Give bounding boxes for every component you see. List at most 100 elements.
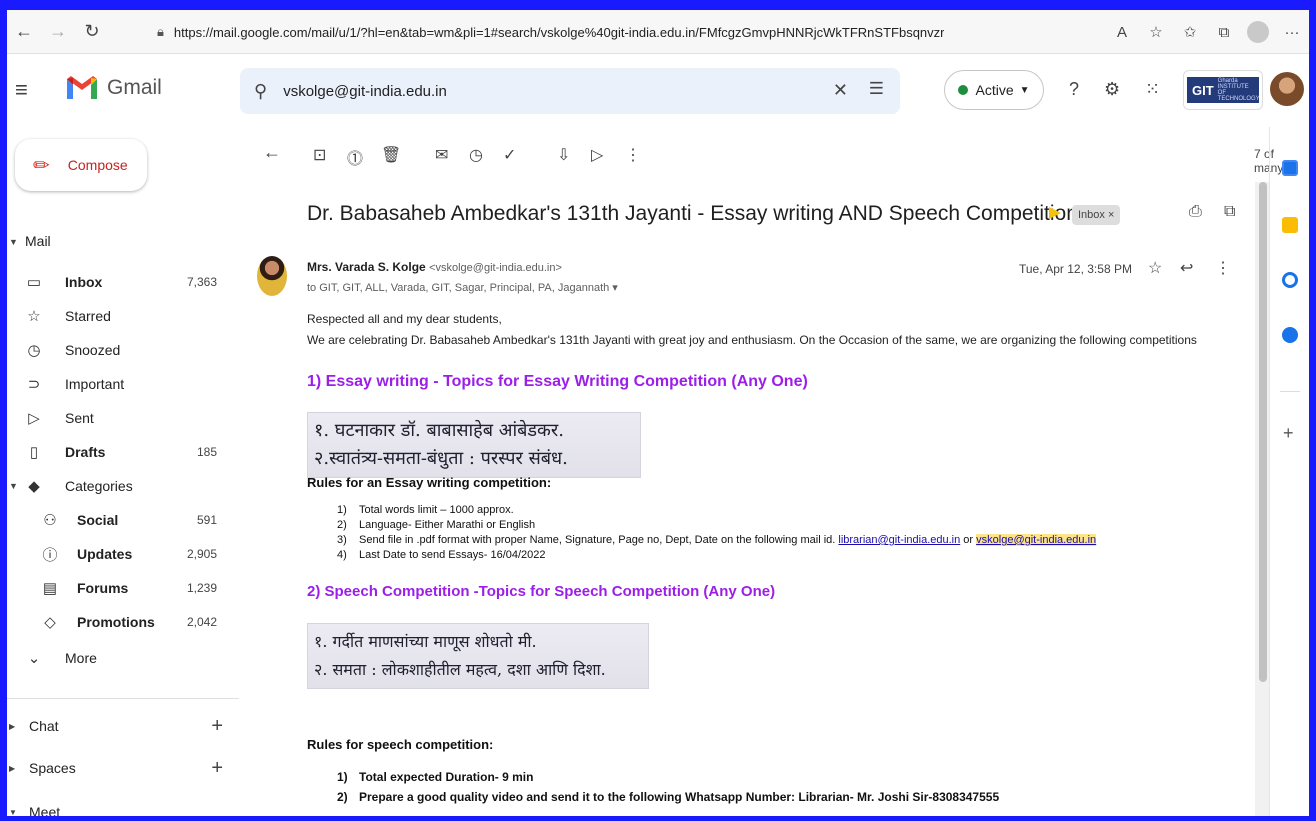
clear-search-icon[interactable]: ✕ — [833, 80, 848, 101]
message-date: Tue, Apr 12, 3:58 PM — [1019, 262, 1132, 276]
account-avatar[interactable] — [1270, 72, 1304, 106]
spaces-expand-icon[interactable]: ▶ — [9, 764, 15, 773]
speech-topic: १. गर्दीत माणसांच्या माणूस शोधतो मी. — [314, 632, 537, 651]
help-icon[interactable]: ? — [1069, 79, 1079, 100]
report-spam-icon[interactable]: ⓵ — [347, 145, 363, 169]
get-addons-icon[interactable]: + — [1283, 423, 1294, 444]
add-space-icon[interactable]: + — [211, 757, 223, 780]
browser-window: ← → ↻ 🔒︎ https://mail.google.com/mail/u/… — [7, 10, 1309, 816]
search-bar[interactable]: ⚲ ✕ ☰ — [240, 68, 900, 114]
search-icon[interactable]: ⚲ — [254, 81, 267, 102]
move-to-icon[interactable]: ⇩ — [557, 145, 570, 165]
mail-collapse-icon[interactable]: ▼ — [9, 237, 18, 247]
favorites-bar-icon[interactable]: ✩ — [1173, 15, 1207, 49]
forward-icon[interactable]: → — [41, 15, 75, 49]
side-panel-rail: + — [1269, 127, 1309, 816]
recipient-list[interactable]: to GIT, GIT, ALL, Varada, GIT, Sagar, Pr… — [307, 281, 618, 294]
pencil-icon: ✏ — [33, 154, 50, 177]
reply-icon[interactable]: ↩ — [1180, 258, 1193, 278]
star-message-icon[interactable]: ☆ — [1148, 258, 1162, 278]
sidebar-item-starred[interactable]: ☆ Starred — [7, 299, 239, 333]
snooze-icon[interactable]: ◷ — [469, 145, 483, 165]
rail-divider — [1280, 391, 1300, 392]
browser-more-icon[interactable]: ··· — [1275, 15, 1309, 49]
sidebar-item-sent[interactable]: ▷ Sent — [7, 401, 239, 435]
message-more-icon[interactable]: ⋮ — [1215, 258, 1231, 278]
sidebar-item-label: Drafts — [65, 444, 106, 460]
organization-logo[interactable]: GIT Gharda INSTITUTE OF TECHNOLOGY — [1183, 70, 1263, 110]
open-new-window-icon[interactable]: ⧉ — [1224, 203, 1235, 221]
sender-name[interactable]: Mrs. Varada S. Kolge — [307, 260, 426, 274]
essay-rule: 2) Language- Either Marathi or English — [337, 519, 535, 531]
url-text: https://mail.google.com/mail/u/1/?hl=en&… — [173, 24, 945, 40]
sidebar-item-more[interactable]: ⌄ More — [7, 641, 239, 675]
scrollbar-thumb[interactable] — [1259, 182, 1267, 682]
speech-topic: २. समता : लोकशाहीतील महत्व, दशा आणि दिशा… — [314, 660, 606, 679]
important-marker-icon[interactable] — [1049, 207, 1061, 219]
print-icon[interactable]: ⎙ — [1189, 203, 1202, 221]
archive-icon[interactable]: ⊡ — [313, 145, 326, 165]
calendar-icon[interactable] — [1282, 160, 1298, 176]
gmail-m-icon — [67, 76, 97, 99]
inbox-label-chip[interactable]: Inbox × — [1072, 205, 1121, 225]
sidebar-section-chat[interactable]: ▶ Chat + — [7, 711, 239, 741]
sender-avatar[interactable] — [257, 256, 287, 296]
org-logo-subtext: Gharda INSTITUTE OF TECHNOLOGY — [1217, 78, 1260, 102]
search-input[interactable] — [283, 82, 804, 100]
sidebar-item-categories[interactable]: ▼ ◆ Categories — [7, 469, 239, 503]
rule-number: 2) — [337, 790, 348, 804]
apps-grid-icon[interactable]: ⁙ — [1145, 79, 1160, 100]
essay-heading: 1) Essay writing - Topics for Essay Writ… — [307, 373, 808, 390]
read-aloud-icon[interactable]: A — [1105, 15, 1139, 49]
sidebar-item-snoozed[interactable]: ◷ Snoozed — [7, 333, 239, 367]
address-bar[interactable]: 🔒︎ https://mail.google.com/mail/u/1/?hl=… — [157, 17, 1171, 47]
sidebar-item-social[interactable]: ⚇ Social 591 — [7, 503, 239, 537]
message-toolbar: ← ⊡ ⓵ 🗑︎ ✉ ◷ ✓ ⇩ ▷ ⋮ 7 of many ‹ › ▬▾ — [239, 127, 1283, 183]
settings-gear-icon[interactable]: ⚙ — [1104, 79, 1120, 100]
mark-unread-icon[interactable]: ✉ — [435, 145, 448, 165]
add-task-icon[interactable]: ✓ — [503, 145, 516, 165]
people-icon: ⚇ — [43, 512, 57, 529]
keep-icon[interactable] — [1282, 217, 1298, 233]
categories-collapse-icon[interactable]: ▼ — [9, 481, 18, 491]
sidebar-item-label: Snoozed — [65, 342, 121, 358]
compose-button[interactable]: ✏ Compose — [15, 139, 147, 191]
refresh-icon[interactable]: ↻ — [75, 15, 109, 49]
vskolge-email-link[interactable]: vskolge@git-india.edu.in — [976, 534, 1097, 546]
contacts-icon[interactable] — [1282, 327, 1298, 343]
rule-number: 1) — [337, 770, 348, 784]
favorite-icon[interactable]: ☆ — [1139, 15, 1173, 49]
meet-expand-icon[interactable]: ▼ — [9, 808, 17, 816]
collections-icon[interactable]: ⧉ — [1207, 15, 1241, 49]
section-label: Meet — [29, 804, 61, 816]
sidebar-item-updates[interactable]: ⓘ Updates 2,905 — [7, 537, 239, 571]
essay-rule: 3) Send file in .pdf format with proper N… — [337, 534, 1097, 546]
main-menu-icon[interactable]: ≡ — [15, 77, 39, 103]
librarian-email-link[interactable]: librarian@git-india.edu.in — [838, 534, 960, 546]
sidebar-item-inbox[interactable]: ▭ Inbox 7,363 — [7, 265, 239, 299]
search-options-icon[interactable]: ☰ — [869, 79, 884, 99]
sidebar-section-spaces[interactable]: ▶ Spaces + — [7, 753, 239, 783]
more-options-icon[interactable]: ⋮ — [625, 145, 641, 165]
delete-icon[interactable]: 🗑︎ — [381, 145, 401, 165]
add-chat-icon[interactable]: + — [211, 715, 223, 738]
tag-icon: ◇ — [44, 614, 56, 631]
intro-text: We are celebrating Dr. Babasaheb Ambedka… — [307, 333, 1197, 347]
gmail-logo[interactable]: Gmail — [65, 75, 162, 101]
back-to-list-icon[interactable]: ← — [263, 142, 281, 163]
status-selector[interactable]: Active ▼ — [944, 70, 1044, 110]
sidebar-item-promotions[interactable]: ◇ Promotions 2,042 — [7, 605, 239, 639]
sender-line: Mrs. Varada S. Kolge <vskolge@git-india.… — [307, 260, 562, 274]
chat-expand-icon[interactable]: ▶ — [9, 722, 15, 731]
sidebar-item-important[interactable]: ⊃ Important — [7, 367, 239, 401]
rule-or-text: or — [960, 534, 977, 546]
tasks-icon[interactable] — [1282, 272, 1298, 288]
sidebar-item-forums[interactable]: ▤ Forums 1,239 — [7, 571, 239, 605]
gmail-header: ≡ Gmail ⚲ ✕ ☰ Active ▼ ? ⚙ ⁙ — [7, 55, 1309, 127]
profile-icon[interactable] — [1247, 21, 1269, 43]
label-icon[interactable]: ▷ — [591, 145, 603, 165]
sidebar-section-meet[interactable]: ▼ Meet — [7, 797, 239, 816]
back-icon[interactable]: ← — [7, 15, 41, 49]
sidebar-item-drafts[interactable]: ▯ Drafts 185 — [7, 435, 239, 469]
forum-icon: ▤ — [42, 580, 58, 597]
